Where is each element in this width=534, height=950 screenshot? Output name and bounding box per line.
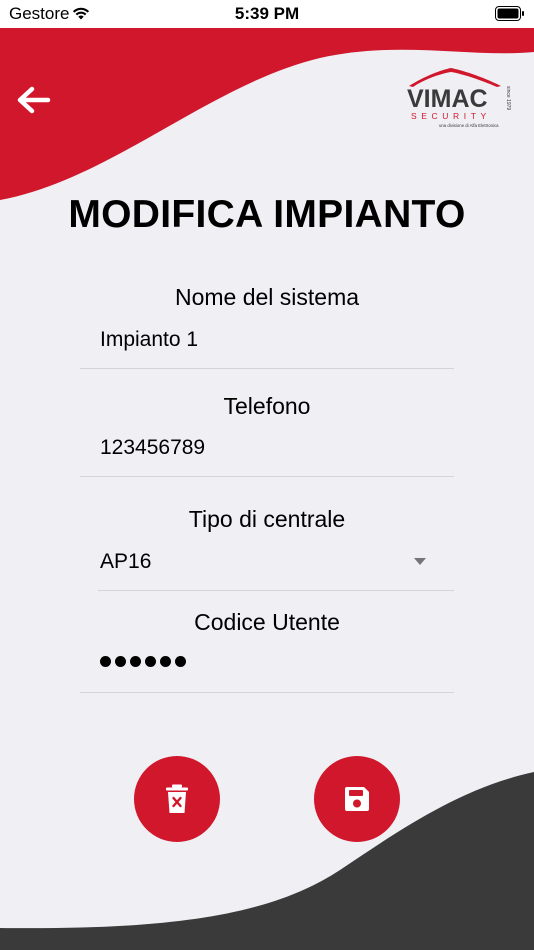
background-shapes — [0, 28, 534, 950]
status-bar: Gestore 5:39 PM — [0, 0, 534, 28]
arrow-left-icon — [17, 86, 51, 114]
back-button[interactable] — [14, 80, 54, 120]
save-button[interactable] — [314, 756, 400, 842]
logo-subtitle: una divisione di Alfa Elettronica — [439, 123, 499, 128]
phone-label: Telefono — [223, 393, 311, 419]
phone-input[interactable] — [80, 428, 454, 474]
system-name-underline — [80, 368, 454, 369]
logo-tagline: SECURITY — [411, 111, 491, 121]
logo-brand: VIMAC — [407, 85, 488, 113]
floppy-disk-icon — [345, 787, 369, 811]
panel-type-label: Tipo di centrale — [188, 506, 346, 532]
trash-icon — [166, 784, 188, 813]
panel-type-select[interactable] — [98, 542, 454, 588]
system-name-input[interactable] — [80, 320, 454, 366]
page-title: MODIFICA IMPIANTO — [68, 193, 466, 236]
user-code-underline — [80, 692, 454, 693]
user-code-input[interactable] — [80, 644, 454, 690]
vimac-logo: VIMAC since 1979 SECURITY una divisione … — [405, 64, 517, 134]
footer-dark-wave — [0, 772, 534, 950]
phone-underline — [80, 476, 454, 477]
system-name-label: Nome del sistema — [174, 284, 360, 310]
clock: 5:39 PM — [234, 4, 300, 23]
user-code-label: Codice Utente — [194, 609, 340, 635]
battery-icon — [495, 6, 524, 21]
panel-type-underline — [98, 590, 454, 591]
logo-since: since 1979 — [505, 86, 511, 110]
delete-button[interactable] — [134, 756, 220, 842]
